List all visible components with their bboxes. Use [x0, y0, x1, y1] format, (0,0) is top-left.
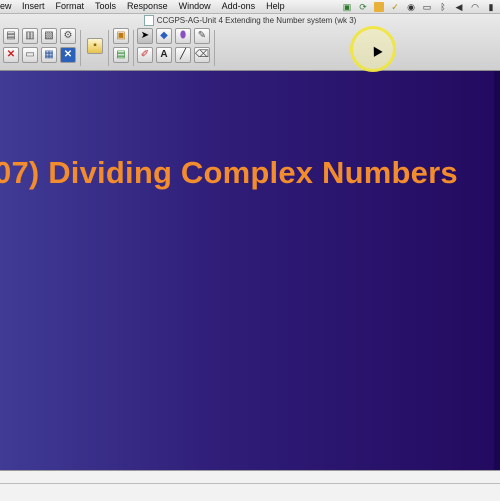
eraser-pen-icon[interactable]: ⬮ — [175, 28, 191, 44]
menu-insert[interactable]: Insert — [22, 0, 45, 13]
toolbar-separator — [80, 30, 81, 66]
eraser-icon[interactable]: ⌫ — [194, 47, 210, 63]
magic-pen-icon[interactable]: ✎ — [194, 28, 210, 44]
close-icon[interactable]: ✕ — [60, 47, 76, 63]
notes-icon[interactable] — [374, 1, 384, 12]
whiteboard-canvas[interactable]: 07) Dividing Complex Numbers — [0, 71, 500, 470]
menu-help[interactable]: Help — [266, 0, 285, 13]
menu-add-ons[interactable]: Add-ons — [222, 0, 256, 13]
document-icon — [143, 14, 154, 26]
window-chrome: CCGPS-AG-Unit 4 Extending the Number sys… — [0, 14, 500, 71]
table-icon[interactable]: ▦ — [41, 47, 57, 63]
toolbar-group-tools: ➤ ◆ ⬮ ✎ ✐ A ╱ ⌫ — [137, 28, 210, 64]
volume-icon[interactable]: ◀ — [454, 2, 464, 12]
menu-response[interactable]: Response — [127, 0, 168, 13]
shape-fill-icon[interactable]: ◆ — [156, 28, 172, 44]
window-title-bar[interactable]: CCGPS-AG-Unit 4 Extending the Number sys… — [0, 14, 500, 26]
bottom-panel — [0, 470, 500, 501]
menu-window[interactable]: Window — [179, 0, 211, 13]
smartboard-icon[interactable]: ▣ — [342, 2, 352, 12]
add-page-icon[interactable]: ▤ — [113, 47, 129, 63]
menu-tools[interactable]: Tools — [95, 0, 116, 13]
menu-view[interactable]: ew — [0, 0, 16, 13]
new-page-icon[interactable]: ▤ — [3, 28, 19, 44]
battery-icon[interactable]: ▮ — [486, 2, 496, 12]
screen-capture-icon[interactable]: ▣ — [113, 28, 129, 44]
toolbar-separator — [108, 30, 109, 66]
insert-page-icon[interactable]: ▥ — [22, 28, 38, 44]
bluetooth-icon[interactable]: ᛒ — [438, 2, 448, 12]
pens-icon[interactable]: ✐ — [137, 47, 153, 63]
select-arrow-icon[interactable]: ➤ — [137, 28, 153, 44]
toolbar-group-capture: ▣ ▤ — [113, 28, 129, 64]
menu-list: ew Insert Format Tools Response Window A… — [0, 0, 285, 13]
slide-title: 07) Dividing Complex Numbers — [0, 155, 458, 190]
divider — [0, 483, 500, 484]
toolbar-group-lock: ▪ — [87, 38, 103, 54]
gear-icon[interactable]: ⚙ — [60, 28, 76, 44]
text-icon[interactable]: A — [156, 47, 172, 63]
open-icon[interactable]: ▧ — [41, 28, 57, 44]
delete-icon[interactable]: ✕ — [3, 47, 19, 63]
window-title: CCGPS-AG-Unit 4 Extending the Number sys… — [156, 15, 357, 25]
toolbar-group-pages: ▤ ▥ ▧ ⚙ ✕ ▭ ▦ ✕ — [3, 28, 76, 64]
slide-edge — [494, 71, 500, 470]
screen-icon[interactable]: ▭ — [22, 47, 38, 63]
menu-bar: ew Insert Format Tools Response Window A… — [0, 0, 500, 14]
check-icon[interactable]: ✓ — [390, 2, 400, 12]
menu-format[interactable]: Format — [56, 0, 85, 13]
wifi-icon[interactable]: ◠ — [470, 2, 480, 12]
toolbar-separator — [133, 30, 134, 66]
cd-icon[interactable]: ◉ — [406, 2, 416, 12]
toolbar-separator — [214, 30, 215, 66]
line-icon[interactable]: ╱ — [175, 47, 191, 63]
status-tray: ▣ ⟳ ✓ ◉ ▭ ᛒ ◀ ◠ ▮ — [342, 0, 496, 13]
display-icon[interactable]: ▭ — [422, 2, 432, 12]
lock-icon[interactable]: ▪ — [87, 38, 103, 54]
network-icon[interactable]: ⟳ — [358, 2, 368, 12]
